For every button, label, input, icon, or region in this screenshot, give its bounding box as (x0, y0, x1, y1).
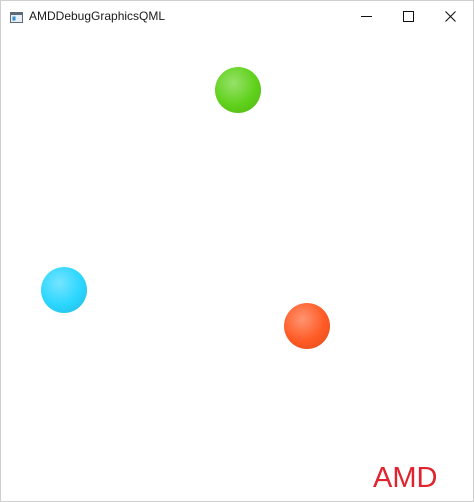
app-window: AMDDebugGraphicsQML AMD (0, 0, 474, 502)
maximize-icon (402, 10, 414, 22)
green-ball (215, 67, 261, 113)
window-app-icon (10, 10, 23, 23)
minimize-button[interactable] (343, 1, 389, 31)
title-bar[interactable]: AMDDebugGraphicsQML (1, 1, 473, 31)
cyan-ball (41, 267, 87, 313)
orange-ball (284, 303, 330, 349)
amd-label: AMD (373, 462, 438, 494)
close-icon (444, 10, 456, 22)
close-button[interactable] (427, 1, 473, 31)
minimize-icon (360, 11, 372, 22)
maximize-button[interactable] (385, 1, 431, 31)
qml-scene: AMD (1, 31, 473, 501)
window-title: AMDDebugGraphicsQML (29, 9, 166, 23)
